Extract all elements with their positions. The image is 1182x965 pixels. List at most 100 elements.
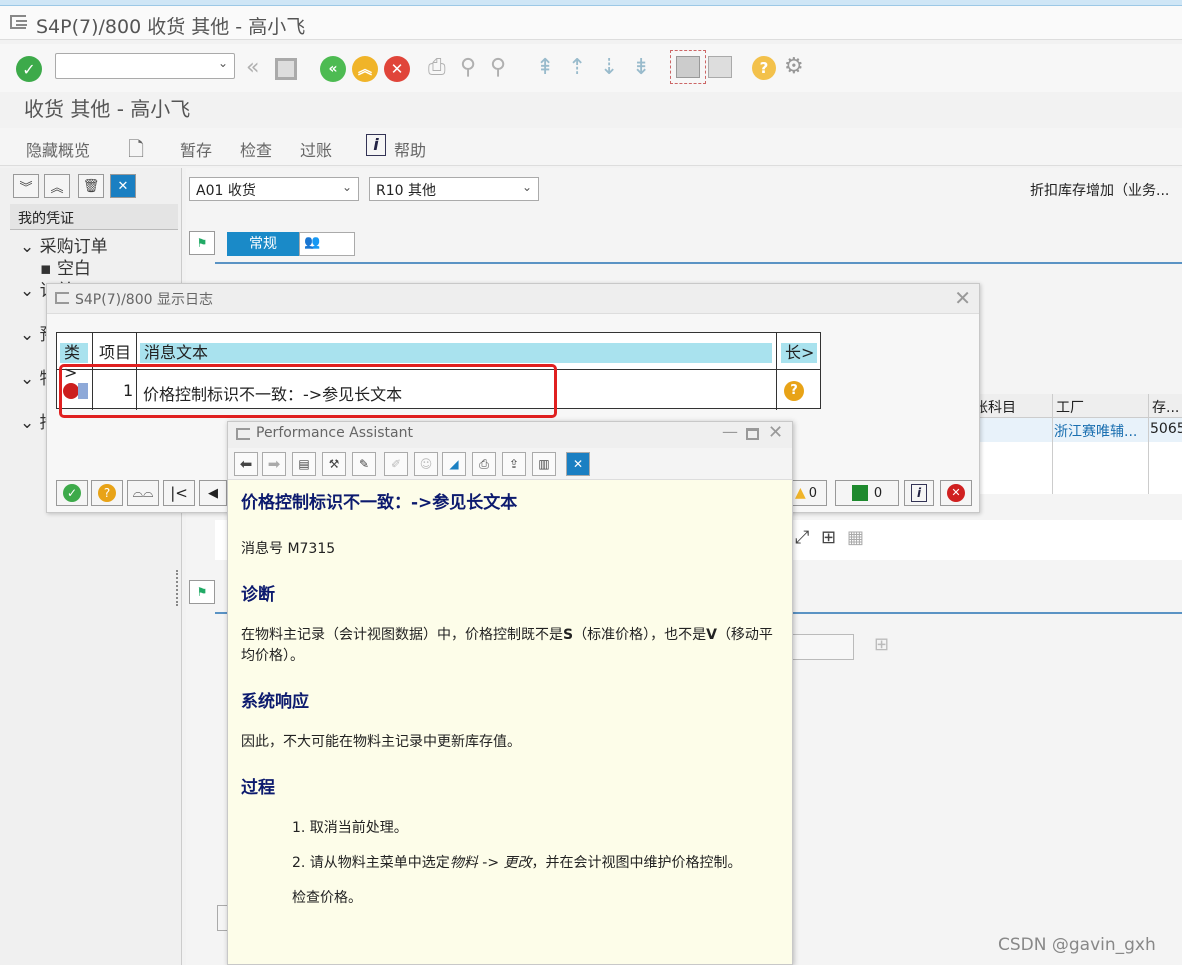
log-dialog-title: S4P(7)/800 显示日志: [75, 292, 213, 308]
save-icon: [275, 58, 297, 80]
hierarchy-icon[interactable]: ⊞: [821, 527, 836, 548]
procedure-heading: 过程: [241, 778, 275, 798]
performance-assistant-window: Performance Assistant — ✕ ⬅ ➡ ▤ ⚒ ✎ ✐ ☺ …: [227, 421, 793, 965]
archive-icon: ▦: [847, 527, 865, 548]
warning-count: 0: [808, 485, 818, 501]
info-button[interactable]: i: [904, 480, 934, 506]
step2-arrow: ->: [477, 855, 504, 871]
reference-value: R10 其他: [376, 183, 436, 199]
dialog-menu-icon[interactable]: [236, 428, 250, 440]
back-icon[interactable]: «: [320, 56, 346, 82]
help-icon[interactable]: ?: [752, 56, 776, 80]
step2-material: 物料: [449, 855, 478, 871]
post-button[interactable]: 过账: [300, 137, 332, 161]
tab-partner[interactable]: 👥: [299, 232, 355, 256]
system-response-text: 因此，不大可能在物料主记录中更新库存值。: [241, 734, 521, 750]
settings-icon[interactable]: ⚒: [322, 452, 346, 476]
warning-icon: ▲: [794, 485, 806, 501]
dialog-menu-icon[interactable]: [55, 292, 69, 304]
chevron-down-icon[interactable]: ⌄: [522, 180, 532, 194]
col-account: 账科目: [974, 400, 1016, 416]
document-icon[interactable]: ▥: [532, 452, 556, 476]
col-stock: 存...: [1152, 400, 1180, 416]
window-menu-icon[interactable]: [10, 15, 27, 29]
cancel-button[interactable]: ✕: [940, 480, 972, 506]
info-icon: i: [911, 484, 927, 502]
close-icon[interactable]: ✕: [768, 422, 783, 443]
previous-icon[interactable]: ◀: [199, 480, 227, 506]
col-type[interactable]: 类>: [60, 343, 88, 382]
technical-info-icon[interactable]: ▤: [292, 452, 316, 476]
edit-icon[interactable]: ✎: [352, 452, 376, 476]
pa-header: Performance Assistant — ✕: [228, 422, 792, 448]
folder-icon[interactable]: ◢: [442, 452, 466, 476]
help-icon: ?: [98, 484, 116, 502]
maximize-grid-icon[interactable]: ⤢: [795, 527, 809, 548]
window-title-bar: S4P(7)/800 收货 其他 - 高小飞: [0, 6, 1182, 40]
procedure-step-3: 检查价格。: [292, 890, 362, 906]
check-icon: ✓: [63, 484, 81, 502]
enter-icon[interactable]: ✓: [16, 56, 42, 82]
close-panel-icon[interactable]: ✕: [110, 174, 136, 198]
continue-button[interactable]: ✓: [56, 480, 88, 506]
movement-type-text: 折扣库存增加（业务...: [1030, 183, 1170, 199]
back-arrow-icon[interactable]: ⬅: [234, 452, 258, 476]
detail-toggle-icon[interactable]: ⚑: [189, 580, 215, 604]
item-grid: 账科目 工厂 存... 浙江赛唯辅... 5065: [960, 394, 1182, 494]
success-icon: [851, 485, 868, 501]
next-page-icon: ⇣: [600, 55, 619, 80]
find-next-icon: ⚲: [490, 55, 507, 80]
hide-overview-button[interactable]: 隐藏概览: [26, 137, 90, 161]
print-icon: ⎙: [428, 55, 446, 80]
long-text-button[interactable]: ?: [91, 480, 123, 506]
print-icon[interactable]: ⎙: [472, 452, 496, 476]
splitter-handle[interactable]: [176, 570, 180, 606]
command-field[interactable]: ⌄: [55, 53, 235, 79]
glasses-icon[interactable]: ⌓⌓: [127, 480, 159, 506]
step2-part: ，并在会计视图中维护价格控制。: [531, 855, 742, 871]
success-filter-button[interactable]: 0: [835, 480, 899, 506]
col-item[interactable]: 项目: [95, 343, 137, 363]
procedure-step-1: 1. 取消当前处理。: [292, 820, 408, 836]
reference-dropdown[interactable]: R10 其他 ⌄: [369, 177, 539, 201]
close-icon[interactable]: ✕: [954, 286, 971, 310]
plant-cell[interactable]: 浙江赛唯辅...: [1054, 421, 1137, 441]
diagnosis-v: V: [706, 627, 717, 643]
watermark: CSDN @gavin_gxh: [998, 935, 1156, 955]
col-long-text[interactable]: 长>: [781, 343, 817, 363]
settings-gear-icon[interactable]: ⚙: [784, 54, 804, 80]
step2-part: 2. 请从物料主菜单中选定: [292, 855, 450, 871]
header-toggle-icon[interactable]: ⚑: [189, 231, 215, 255]
export-icon[interactable]: ⇪: [502, 452, 526, 476]
hold-button[interactable]: 暂存: [180, 137, 212, 161]
partner-icon: 👥: [304, 235, 321, 250]
screen-title: 收货 其他 - 高小飞: [24, 97, 191, 121]
help-button[interactable]: 帮助: [394, 137, 426, 161]
first-icon[interactable]: |<: [163, 480, 195, 506]
first-page-icon: ⇞: [536, 55, 555, 80]
info-icon[interactable]: i: [366, 134, 386, 156]
close-panel-icon[interactable]: ✕: [566, 452, 590, 476]
tab-divider: [215, 262, 1182, 264]
diagnosis-text: 在物料主记录（会计视图数据）中，价格控制既不是S（标准价格），也不是V（移动平均…: [241, 625, 781, 667]
transaction-dropdown[interactable]: A01 收货 ⌄: [189, 177, 359, 201]
col-message[interactable]: 消息文本: [140, 343, 772, 363]
long-text-help-icon[interactable]: ?: [784, 381, 804, 401]
chevron-down-icon[interactable]: ⌄: [342, 180, 352, 194]
stock-cell[interactable]: 5065: [1150, 421, 1182, 437]
new-session-icon[interactable]: [670, 50, 706, 84]
collapse-all-icon[interactable]: ︽: [44, 174, 70, 198]
exit-icon[interactable]: ︽: [352, 56, 378, 82]
user-icon: ☺: [414, 452, 438, 476]
chevron-down-icon[interactable]: ⌄: [218, 56, 228, 70]
tab-general[interactable]: 常规: [227, 232, 299, 256]
shortcut-icon[interactable]: [708, 56, 732, 78]
maximize-icon[interactable]: [746, 428, 759, 440]
minimize-icon[interactable]: —: [722, 422, 738, 441]
new-document-icon[interactable]: 🗋: [128, 135, 144, 169]
check-button[interactable]: 检查: [240, 137, 272, 161]
pa-toolbar: ⬅ ➡ ▤ ⚒ ✎ ✐ ☺ ◢ ⎙ ⇪ ▥ ✕: [228, 448, 792, 480]
expand-all-icon[interactable]: ︾: [13, 174, 39, 198]
delete-icon[interactable]: 🗑: [78, 174, 104, 198]
cancel-icon[interactable]: ✕: [384, 56, 410, 82]
